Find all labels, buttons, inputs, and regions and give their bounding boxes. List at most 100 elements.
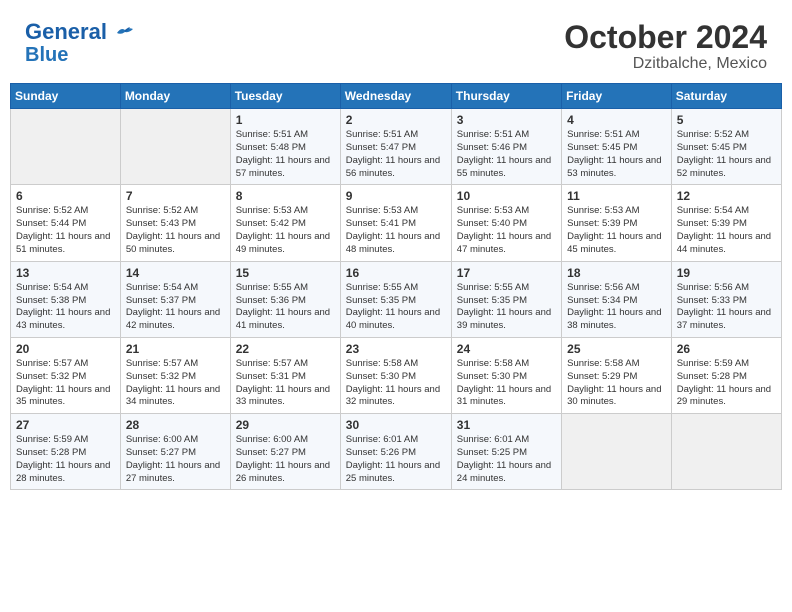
day-number: 20	[16, 342, 115, 356]
sunrise-text: Sunrise: 5:56 AM	[567, 282, 666, 295]
sunrise-text: Sunrise: 5:58 AM	[567, 358, 666, 371]
calendar-cell: 19 Sunrise: 5:56 AMSunset: 5:33 PMDayligh…	[671, 261, 781, 337]
sunrise-text: Sunrise: 5:54 AM	[16, 282, 115, 295]
daylight-text: Daylight: 11 hours and 25 minutes.	[346, 460, 446, 486]
calendar-cell: 12Sunrise: 5:54 AMSunset: 5:39 PMDayligh…	[671, 185, 781, 261]
day-number: 30	[346, 418, 446, 432]
day-number: 12	[677, 189, 776, 203]
daylight-text: Daylight: 11 hours and 49 minutes.	[236, 231, 335, 257]
day-number: 31	[457, 418, 556, 432]
day-number: 3	[457, 113, 556, 127]
daylight-text: Daylight: 11 hours and 26 minutes.	[236, 460, 335, 486]
daylight-text: Daylight: 11 hours and 29 minutes.	[677, 384, 776, 410]
sunrise-text: Sunrise: 5:57 AM	[16, 358, 115, 371]
calendar-cell: 10Sunrise: 5:53 AMSunset: 5:40 PMDayligh…	[451, 185, 561, 261]
day-number: 28	[126, 418, 225, 432]
logo-blue-text: Blue	[25, 44, 68, 66]
sunset-text: Sunset: 5:30 PM	[457, 371, 556, 384]
daylight-text: Daylight: 11 hours and 41 minutes.	[236, 307, 335, 333]
daylight-text: Daylight: 11 hours and 28 minutes.	[16, 460, 115, 486]
day-number: 17	[457, 266, 556, 280]
sunset-text: Sunset: 5:41 PM	[346, 218, 446, 231]
daylight-text: Daylight: 11 hours and 35 minutes.	[16, 384, 115, 410]
calendar-header-row: SundayMondayTuesdayWednesdayThursdayFrid…	[11, 84, 782, 109]
day-info: Sunrise: 5:52 AMSunset: 5:44 PMDaylight:…	[16, 205, 115, 256]
day-number: 13	[16, 266, 115, 280]
sunrise-text: Sunrise: 5:53 AM	[236, 205, 335, 218]
sunset-text: Sunset: 5:46 PM	[457, 142, 556, 155]
day-number: 18	[567, 266, 666, 280]
daylight-text: Daylight: 11 hours and 51 minutes.	[16, 231, 115, 257]
sunset-text: Sunset: 5:40 PM	[457, 218, 556, 231]
calendar-cell: 25Sunrise: 5:58 AMSunset: 5:29 PMDayligh…	[562, 337, 672, 413]
calendar-body: 1 Sunrise: 5:51 AMSunset: 5:48 PMDaylight…	[11, 109, 782, 490]
day-number: 29	[236, 418, 335, 432]
day-info: Sunrise: 5:52 AMSunset: 5:45 PMDaylight:…	[677, 129, 776, 180]
sunrise-text: Sunrise: 5:53 AM	[346, 205, 446, 218]
day-number: 19	[677, 266, 776, 280]
calendar-cell: 7Sunrise: 5:52 AMSunset: 5:43 PMDaylight…	[120, 185, 230, 261]
day-info: Sunrise: 5:51 AMSunset: 5:48 PMDaylight:…	[236, 129, 335, 180]
daylight-text: Daylight: 11 hours and 45 minutes.	[567, 231, 666, 257]
sunrise-text: Sunrise: 5:59 AM	[16, 434, 115, 447]
day-info: Sunrise: 5:53 AMSunset: 5:42 PMDaylight:…	[236, 205, 335, 256]
calendar-week-3: 13Sunrise: 5:54 AMSunset: 5:38 PMDayligh…	[11, 261, 782, 337]
sunrise-text: Sunrise: 6:00 AM	[126, 434, 225, 447]
daylight-text: Daylight: 11 hours and 38 minutes.	[567, 307, 666, 333]
sunrise-text: Sunrise: 5:59 AM	[677, 358, 776, 371]
sunrise-text: Sunrise: 5:58 AM	[457, 358, 556, 371]
sunset-text: Sunset: 5:37 PM	[126, 295, 225, 308]
calendar-cell: 23Sunrise: 5:58 AMSunset: 5:30 PMDayligh…	[340, 337, 451, 413]
day-number: 23	[346, 342, 446, 356]
sunset-text: Sunset: 5:32 PM	[16, 371, 115, 384]
day-info: Sunrise: 6:01 AMSunset: 5:25 PMDaylight:…	[457, 434, 556, 485]
daylight-text: Daylight: 11 hours and 40 minutes.	[346, 307, 446, 333]
calendar-cell: 26Sunrise: 5:59 AMSunset: 5:28 PMDayligh…	[671, 337, 781, 413]
day-number: 10	[457, 189, 556, 203]
day-info: Sunrise: 5:51 AMSunset: 5:46 PMDaylight:…	[457, 129, 556, 180]
day-number: 1	[236, 113, 335, 127]
sunrise-text: Sunrise: 5:51 AM	[567, 129, 666, 142]
sunrise-text: Sunrise: 5:57 AM	[126, 358, 225, 371]
day-info: Sunrise: 5:56 AMSunset: 5:33 PMDaylight:…	[677, 282, 776, 333]
month-title: October 2024	[564, 20, 767, 55]
calendar-cell: 20 Sunrise: 5:57 AMSunset: 5:32 PMDayligh…	[11, 337, 121, 413]
day-info: Sunrise: 5:55 AMSunset: 5:35 PMDaylight:…	[457, 282, 556, 333]
sunset-text: Sunset: 5:39 PM	[677, 218, 776, 231]
sunset-text: Sunset: 5:33 PM	[677, 295, 776, 308]
day-number: 21	[126, 342, 225, 356]
daylight-text: Daylight: 11 hours and 33 minutes.	[236, 384, 335, 410]
calendar-table: SundayMondayTuesdayWednesdayThursdayFrid…	[10, 83, 782, 490]
weekday-header-wednesday: Wednesday	[340, 84, 451, 109]
sunrise-text: Sunrise: 5:51 AM	[457, 129, 556, 142]
daylight-text: Daylight: 11 hours and 53 minutes.	[567, 155, 666, 181]
location-subtitle: Dzitbalche, Mexico	[564, 55, 767, 73]
daylight-text: Daylight: 11 hours and 43 minutes.	[16, 307, 115, 333]
day-info: Sunrise: 5:59 AMSunset: 5:28 PMDaylight:…	[677, 358, 776, 409]
day-number: 9	[346, 189, 446, 203]
calendar-cell: 4Sunrise: 5:51 AMSunset: 5:45 PMDaylight…	[562, 109, 672, 185]
sunrise-text: Sunrise: 5:55 AM	[236, 282, 335, 295]
sunrise-text: Sunrise: 5:55 AM	[457, 282, 556, 295]
sunset-text: Sunset: 5:26 PM	[346, 447, 446, 460]
sunrise-text: Sunrise: 5:52 AM	[126, 205, 225, 218]
sunset-text: Sunset: 5:42 PM	[236, 218, 335, 231]
calendar-cell: 6Sunrise: 5:52 AMSunset: 5:44 PMDaylight…	[11, 185, 121, 261]
calendar-cell: 2Sunrise: 5:51 AMSunset: 5:47 PMDaylight…	[340, 109, 451, 185]
sunset-text: Sunset: 5:27 PM	[126, 447, 225, 460]
calendar-week-5: 27Sunrise: 5:59 AMSunset: 5:28 PMDayligh…	[11, 414, 782, 490]
daylight-text: Daylight: 11 hours and 31 minutes.	[457, 384, 556, 410]
day-info: Sunrise: 5:58 AMSunset: 5:29 PMDaylight:…	[567, 358, 666, 409]
day-info: Sunrise: 5:57 AMSunset: 5:31 PMDaylight:…	[236, 358, 335, 409]
day-info: Sunrise: 5:53 AMSunset: 5:39 PMDaylight:…	[567, 205, 666, 256]
calendar-cell: 17 Sunrise: 5:55 AMSunset: 5:35 PMDayligh…	[451, 261, 561, 337]
day-number: 15	[236, 266, 335, 280]
calendar-cell	[671, 414, 781, 490]
day-info: Sunrise: 5:55 AMSunset: 5:36 PMDaylight:…	[236, 282, 335, 333]
day-info: Sunrise: 5:59 AMSunset: 5:28 PMDaylight:…	[16, 434, 115, 485]
daylight-text: Daylight: 11 hours and 30 minutes.	[567, 384, 666, 410]
sunset-text: Sunset: 5:44 PM	[16, 218, 115, 231]
calendar-cell: 9Sunrise: 5:53 AMSunset: 5:41 PMDaylight…	[340, 185, 451, 261]
daylight-text: Daylight: 11 hours and 55 minutes.	[457, 155, 556, 181]
logo: General Blue	[25, 20, 135, 66]
